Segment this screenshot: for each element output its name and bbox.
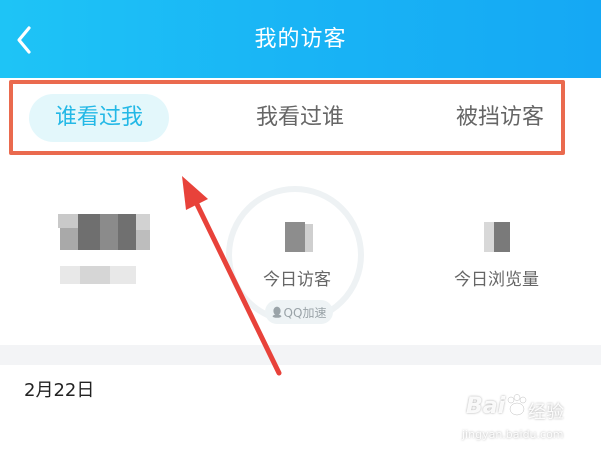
tab-who-i-visited[interactable]: 我看过谁 — [230, 94, 370, 142]
tab-who-visited-me[interactable]: 谁看过我 — [29, 94, 169, 142]
watermark-jingyan: 经验 — [528, 402, 564, 423]
baidu-watermark: Bai 经验 jingyan.baidu.com — [460, 386, 590, 452]
section-divider — [0, 345, 601, 365]
tab-blocked-visitors[interactable]: 被挡访客 — [430, 94, 570, 142]
watermark-brand: Bai — [466, 394, 506, 419]
visitor-date-header: 2月22日 — [24, 380, 95, 401]
watermark-url: jingyan.baidu.com — [462, 428, 564, 441]
header-bar: 我的访客 — [0, 0, 601, 78]
paw-icon — [507, 394, 527, 416]
qq-speed-badge[interactable]: QQ加速 — [265, 300, 333, 324]
today-visitors-label: 今日访客 — [263, 270, 331, 290]
page-title: 我的访客 — [254, 27, 347, 52]
today-views-label: 今日浏览量 — [454, 270, 539, 290]
penguin-icon — [272, 306, 281, 318]
qq-speed-label: QQ加速 — [283, 305, 327, 320]
